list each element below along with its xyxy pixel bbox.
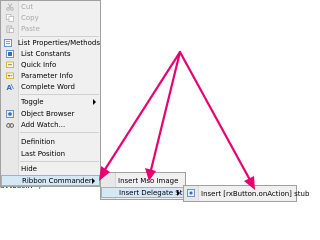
menu-item-toggle[interactable]: Toggle — [1, 97, 100, 108]
menu-item-hide[interactable]: Hide — [1, 164, 100, 175]
menu-item-complete-word[interactable]: A Complete Word — [1, 82, 100, 93]
submenu-arrow-icon — [93, 99, 96, 105]
delegate-stubs-submenu: Insert [rxButton.onAction] stub — [183, 185, 309, 202]
menu-item-label: Ribbon Commander — [22, 176, 92, 185]
object-browser-icon — [1, 109, 18, 120]
list-properties-icon — [1, 38, 15, 49]
menu-item-label: Toggle — [21, 98, 44, 107]
menu-item-label: Definition — [21, 138, 55, 147]
complete-word-icon: A — [1, 82, 18, 93]
menu-item-label: Quick Info — [21, 61, 57, 70]
quick-info-icon — [1, 60, 18, 71]
menu-item-add-watch[interactable]: Add Watch... — [1, 120, 100, 131]
menu-separator — [20, 161, 99, 162]
menu-item-label: Insert Mso Image — [118, 176, 179, 185]
copy-icon — [1, 13, 18, 24]
menu-separator — [20, 94, 99, 95]
menu-item-ribbon-commander[interactable]: Ribbon Commander — [1, 175, 100, 186]
menu-item-label: Insert [rxButton.onAction] stub — [201, 189, 310, 198]
scissors-icon — [1, 2, 18, 13]
menu-separator — [20, 132, 99, 133]
ribbon-commander-submenu: Insert Mso Image Insert Delegate Stubs — [100, 172, 195, 200]
menu-item-label: Copy — [21, 14, 39, 23]
menu-item-label: Hide — [21, 165, 37, 174]
parameter-info-icon — [1, 71, 18, 82]
menu-item-label: List Properties/Methods — [17, 39, 100, 48]
menu-item-copy[interactable]: Copy — [1, 13, 100, 24]
menu-item-label: Last Position — [21, 150, 66, 159]
menu-item-label: Add Watch... — [21, 121, 66, 130]
menu-item-quick-info[interactable]: Quick Info — [1, 60, 100, 71]
menu-item-label: Parameter Info — [21, 72, 73, 81]
submenu-arrow-icon — [92, 178, 95, 184]
list-constants-icon — [1, 49, 18, 60]
add-watch-icon — [1, 120, 18, 131]
menu-item-label: Insert Delegate Stubs — [119, 188, 195, 197]
submenu-item-insert-onaction-stub[interactable]: Insert [rxButton.onAction] stub — [184, 188, 309, 199]
menu-item-object-browser[interactable]: Object Browser — [1, 109, 100, 120]
submenu-arrow-icon — [177, 190, 180, 196]
context-menu: Cut Copy Paste List Properties/Methods L… — [0, 0, 101, 187]
menu-item-label: Complete Word — [21, 83, 75, 92]
menu-item-parameter-info[interactable]: Parameter Info — [1, 71, 100, 82]
submenu-item-insert-delegate-stubs[interactable]: Insert Delegate Stubs — [101, 187, 195, 198]
submenu-item-insert-mso-image[interactable]: Insert Mso Image — [101, 175, 185, 186]
menu-item-cut[interactable]: Cut — [1, 2, 100, 13]
menu-item-list-constants[interactable]: List Constants — [1, 49, 100, 60]
paste-icon — [1, 24, 18, 35]
menu-item-definition[interactable]: Definition — [1, 137, 100, 148]
menu-item-last-position[interactable]: Last Position — [1, 149, 100, 160]
menu-item-paste[interactable]: Paste — [1, 24, 100, 35]
menu-item-label: Object Browser — [21, 110, 75, 119]
menu-item-label: List Constants — [21, 50, 71, 59]
menu-item-label: Paste — [21, 25, 40, 34]
menu-item-list-properties[interactable]: List Properties/Methods — [1, 38, 100, 49]
stub-icon — [187, 189, 195, 197]
menu-separator — [20, 36, 99, 37]
menu-item-label: Cut — [21, 3, 34, 12]
